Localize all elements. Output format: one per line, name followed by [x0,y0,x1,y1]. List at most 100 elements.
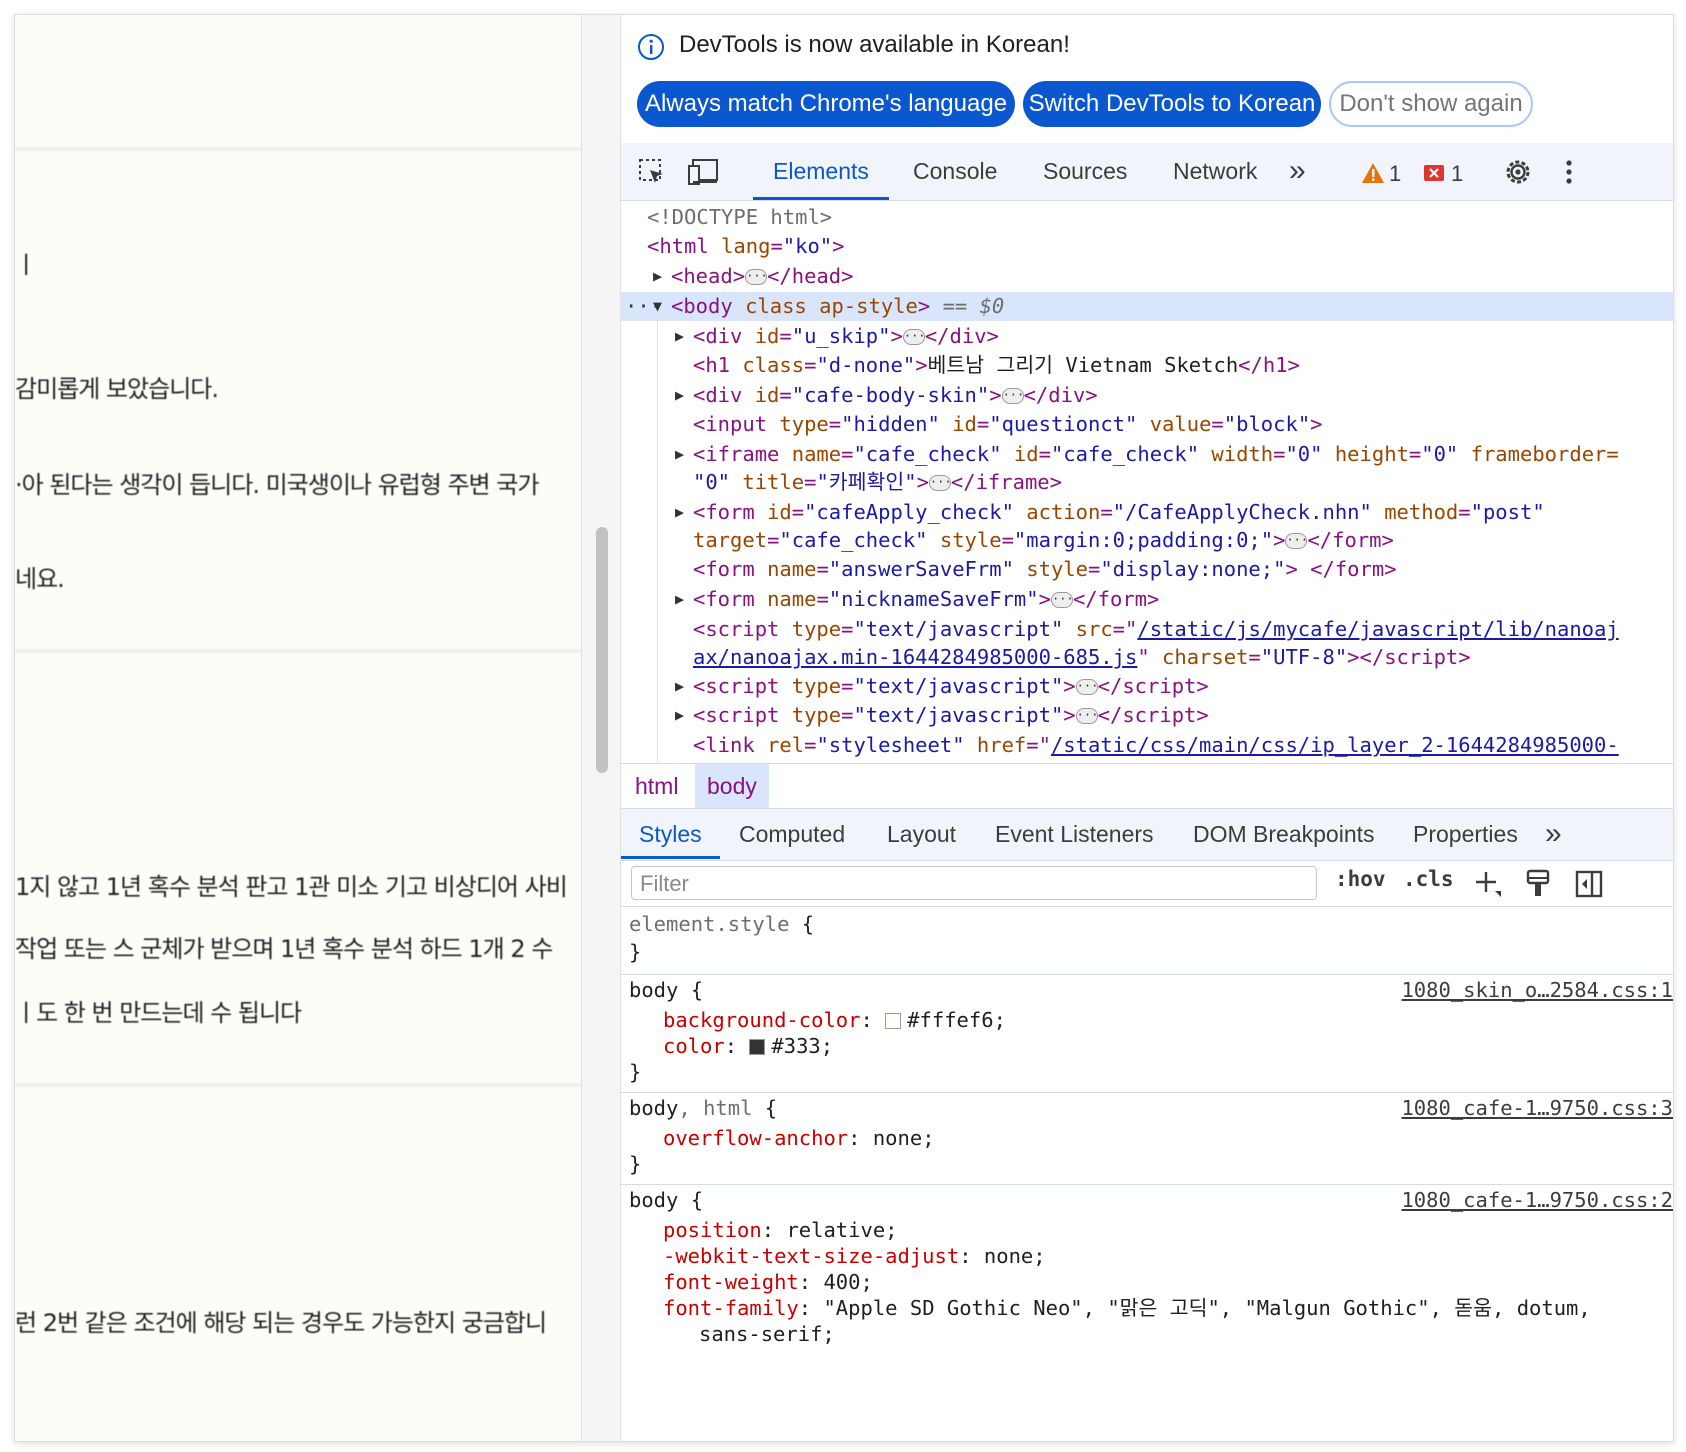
property-value[interactable]: #333; [771,1034,833,1058]
dom-node[interactable]: ▶ <form id="cafeApply_check" action="/Ca… [621,498,1673,527]
device-toolbar-icon[interactable] [687,157,721,187]
property-name[interactable]: -webkit-text-size-adjust [663,1244,959,1268]
dom-node[interactable]: ▶ <div id="u_skip">···</div> [621,322,1673,351]
hover-state-button[interactable]: :hov [1335,867,1386,891]
match-language-button[interactable]: Always match Chrome's language [637,81,1015,127]
warnings-count[interactable]: 1 [1389,161,1401,187]
stylesheet-href-link[interactable]: /static/css/main/css/ip_layer_2-16442849… [1051,733,1619,757]
property-value[interactable]: none; [984,1244,1046,1268]
tab-properties[interactable]: Properties [1413,809,1518,859]
dom-node[interactable]: <!DOCTYPE html> [621,203,1673,232]
styles-filter-input[interactable]: Filter [631,866,1317,900]
property-name[interactable]: font-weight [663,1270,799,1294]
dom-node-continued[interactable]: target="cafe_check" style="margin:0;padd… [621,526,1673,555]
tab-event-listeners[interactable]: Event Listeners [995,809,1154,859]
property-name[interactable]: font-family [663,1296,799,1320]
property-value[interactable]: none; [873,1126,935,1150]
toggle-sidebar-icon[interactable] [1575,869,1603,899]
expand-triangle-icon[interactable]: ▶ [675,322,684,351]
attr-value: "cafe_check" [779,528,928,552]
tab-console[interactable]: Console [913,143,997,200]
selector-text: body [629,1096,679,1120]
switch-korean-button[interactable]: Switch DevTools to Korean [1023,81,1321,127]
dom-node[interactable]: <script type="text/javascript" src="/sta… [621,615,1673,644]
property-value[interactable]: relative; [786,1218,897,1242]
expand-triangle-icon[interactable]: ▶ [675,701,684,730]
tab-sources[interactable]: Sources [1043,143,1127,200]
page-text-line: ㅣ [15,251,37,279]
ellipsis-icon[interactable]: ··· [928,475,952,491]
dom-node[interactable]: <h1 class="d-none">베트남 그리기 Vietnam Sketc… [621,351,1673,380]
stylesheet-source-link[interactable]: 1080_skin_o…2584.css:1 [1401,977,1673,1003]
dom-node[interactable]: <html lang="ko"> [621,232,1673,261]
attr-value: "answerSaveFrm" [828,557,1014,581]
property-name[interactable]: overflow-anchor [663,1126,848,1150]
ellipsis-icon[interactable]: ··· [1075,679,1098,695]
more-subtabs-chevron-icon[interactable]: » [1545,809,1562,859]
style-rule[interactable]: body { 1080_skin_o…2584.css:1 background… [621,975,1673,1093]
inspect-element-icon[interactable] [637,157,667,187]
dom-node[interactable]: ▶ <head>···</head> [621,262,1673,291]
dont-show-again-button[interactable]: Don't show again [1329,81,1533,127]
new-rule-plus-icon[interactable] [1473,869,1503,899]
expand-triangle-icon[interactable]: ▶ [653,262,662,291]
property-value[interactable]: sans-serif; [699,1322,835,1346]
expand-triangle-icon[interactable]: ▶ [675,381,684,410]
property-name[interactable]: color [663,1034,725,1058]
dom-node-selected[interactable]: ··· ▼ <body class ap-style> == $0 [621,292,1673,321]
devtools-toolbar: Elements Console Sources Network » 1 1 [621,143,1673,201]
ellipsis-icon[interactable]: ··· [745,269,768,285]
dom-node[interactable]: ▶ <div id="cafe-body-skin">···</div> [621,381,1673,410]
ellipsis-icon[interactable]: ··· [1285,533,1308,549]
more-tabs-chevron-icon[interactable]: » [1289,143,1306,200]
property-name[interactable]: position [663,1218,762,1242]
class-toggle-button[interactable]: .cls [1403,867,1454,891]
stylesheet-source-link[interactable]: 1080_cafe-1…9750.css:3 [1401,1095,1673,1121]
errors-count[interactable]: 1 [1451,161,1463,187]
property-value[interactable]: 400; [823,1270,872,1294]
style-rule-element[interactable]: element.style { } [621,907,1673,975]
attr-value: "cafe_check" [1050,442,1200,466]
collapse-triangle-icon[interactable]: ▼ [653,292,662,321]
dom-node[interactable]: <form name="answerSaveFrm" style="displa… [621,555,1673,584]
dom-node[interactable]: ▶ <form name="nicknameSaveFrm">···</form… [621,585,1673,614]
dom-node-continued[interactable]: ax/nanoajax.min-1644284985000-685.js" ch… [621,643,1673,672]
ellipsis-icon[interactable]: ··· [1001,388,1024,404]
dom-node[interactable]: <link rel="stylesheet" href="/static/css… [621,731,1673,760]
page-scrollbar[interactable] [581,15,621,1441]
color-format-paint-icon[interactable] [1525,869,1551,899]
style-rule[interactable]: body { 1080_cafe-1…9750.css:2 position: … [621,1185,1673,1441]
tab-layout[interactable]: Layout [887,809,956,859]
expand-triangle-icon[interactable]: ▶ [675,440,684,469]
stylesheet-source-link[interactable]: 1080_cafe-1…9750.css:2 [1401,1187,1673,1213]
tab-styles[interactable]: Styles [621,809,720,859]
dom-node[interactable]: <input type="hidden" id="questionct" val… [621,410,1673,439]
property-value[interactable]: "Apple SD Gothic Neo", "맑은 고딕", "Malgun … [823,1296,1590,1320]
tab-dom-breakpoints[interactable]: DOM Breakpoints [1193,809,1375,859]
dom-node-continued[interactable]: "0" title="카페확인">···</iframe> [621,468,1673,497]
style-rule[interactable]: body, html { 1080_cafe-1…9750.css:3 over… [621,1093,1673,1185]
property-name[interactable]: background-color [663,1008,860,1032]
tab-elements[interactable]: Elements [753,143,889,200]
expand-triangle-icon[interactable]: ▶ [675,498,684,527]
dom-node[interactable]: ▶ <iframe name="cafe_check" id="cafe_che… [621,440,1673,469]
kebab-menu-icon[interactable] [1563,157,1575,187]
settings-gear-icon[interactable] [1503,157,1533,187]
script-src-link[interactable]: ax/nanoajax.min-1644284985000-685.js [693,645,1137,669]
expand-triangle-icon[interactable]: ▶ [675,672,684,701]
ellipsis-icon[interactable]: ··· [1075,708,1098,724]
script-src-link[interactable]: /static/js/mycafe/javascript/lib/nanoaj [1137,617,1618,641]
dom-node[interactable]: ▶ <script type="text/javascript">···</sc… [621,672,1673,701]
tab-network[interactable]: Network [1173,143,1257,200]
color-swatch[interactable] [749,1039,766,1055]
ellipsis-icon[interactable]: ··· [902,329,926,345]
ellipsis-icon[interactable]: ··· [1050,592,1074,608]
dom-node[interactable]: ▶ <script type="text/javascript">···</sc… [621,701,1673,730]
breadcrumb-html[interactable]: html [623,764,690,808]
breadcrumb-body[interactable]: body [695,764,769,808]
expand-triangle-icon[interactable]: ▶ [675,585,684,614]
tab-computed[interactable]: Computed [739,809,845,859]
property-value[interactable]: #fffef6; [907,1008,1006,1032]
scrollbar-thumb[interactable] [596,527,608,773]
color-swatch[interactable] [885,1013,902,1029]
